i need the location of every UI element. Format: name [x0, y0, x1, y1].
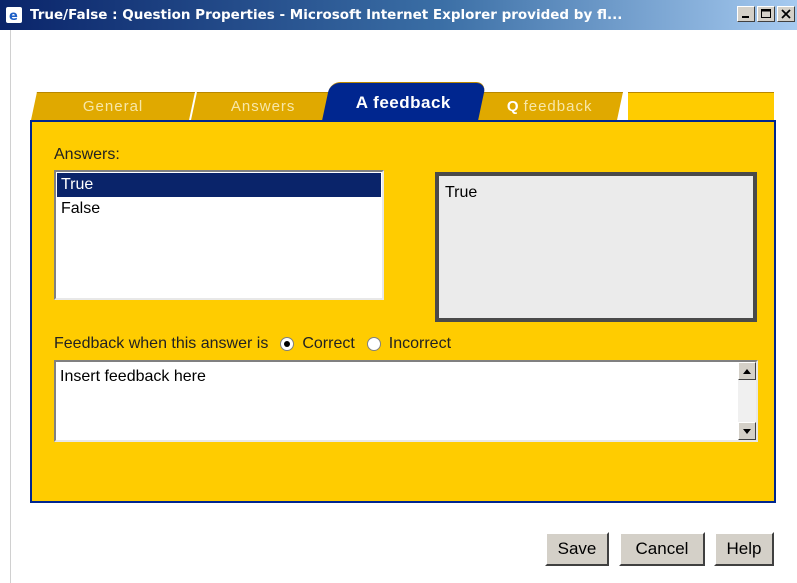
correct-radio[interactable] — [280, 337, 295, 351]
tab-bar: General Answers Qfeedback A feedback — [30, 82, 776, 122]
feedback-textarea[interactable]: Insert feedback here — [54, 360, 758, 442]
answers-label: Answers: — [54, 146, 120, 163]
answers-listbox[interactable]: True False — [54, 170, 384, 300]
tab-general-label: General — [82, 98, 144, 115]
tab-answers-label: Answers — [230, 98, 296, 115]
tab-q-letter: Q — [507, 98, 520, 115]
scroll-down-icon[interactable] — [738, 422, 756, 440]
answer-preview: True — [435, 172, 757, 322]
svg-text:e: e — [9, 9, 18, 23]
ie-icon: e — [6, 7, 22, 23]
tab-a-feedback[interactable]: A feedback — [321, 82, 487, 122]
window-title: True/False : Question Properties - Micro… — [30, 7, 623, 23]
close-button[interactable] — [777, 6, 795, 22]
answer-item-true[interactable]: True — [57, 173, 381, 197]
feedback-scrollbar[interactable] — [738, 362, 756, 440]
incorrect-radio[interactable] — [366, 337, 381, 351]
correct-label[interactable]: Correct — [302, 335, 354, 353]
maximize-button[interactable] — [757, 6, 775, 22]
tab-a-feedback-label: A feedback — [356, 92, 452, 112]
save-button[interactable]: Save — [545, 532, 609, 566]
title-bar[interactable]: e True/False : Question Properties - Mic… — [0, 0, 797, 30]
cancel-button[interactable]: Cancel — [619, 532, 705, 566]
feedback-panel: Answers: True False True Feedback when t… — [30, 120, 776, 503]
dialog-window: e True/False : Question Properties - Mic… — [0, 0, 797, 583]
tab-answers[interactable]: Answers — [191, 92, 335, 120]
feedback-label: Feedback when this answer is — [54, 335, 269, 352]
feedback-text: Insert feedback here — [60, 368, 206, 385]
scroll-up-icon[interactable] — [738, 362, 756, 380]
tab-q-feedback-label: feedback — [523, 98, 593, 115]
incorrect-label[interactable]: Incorrect — [389, 335, 451, 353]
feedback-type-row: Feedback when this answer is Correct Inc… — [54, 332, 451, 356]
minimize-button[interactable] — [737, 6, 755, 22]
tab-q-feedback[interactable]: Qfeedback — [477, 92, 623, 120]
tab-general[interactable]: General — [31, 92, 195, 120]
answer-item-false[interactable]: False — [57, 197, 381, 221]
help-button[interactable]: Help — [714, 532, 774, 566]
window-frame — [0, 30, 11, 583]
window-controls — [737, 6, 795, 22]
